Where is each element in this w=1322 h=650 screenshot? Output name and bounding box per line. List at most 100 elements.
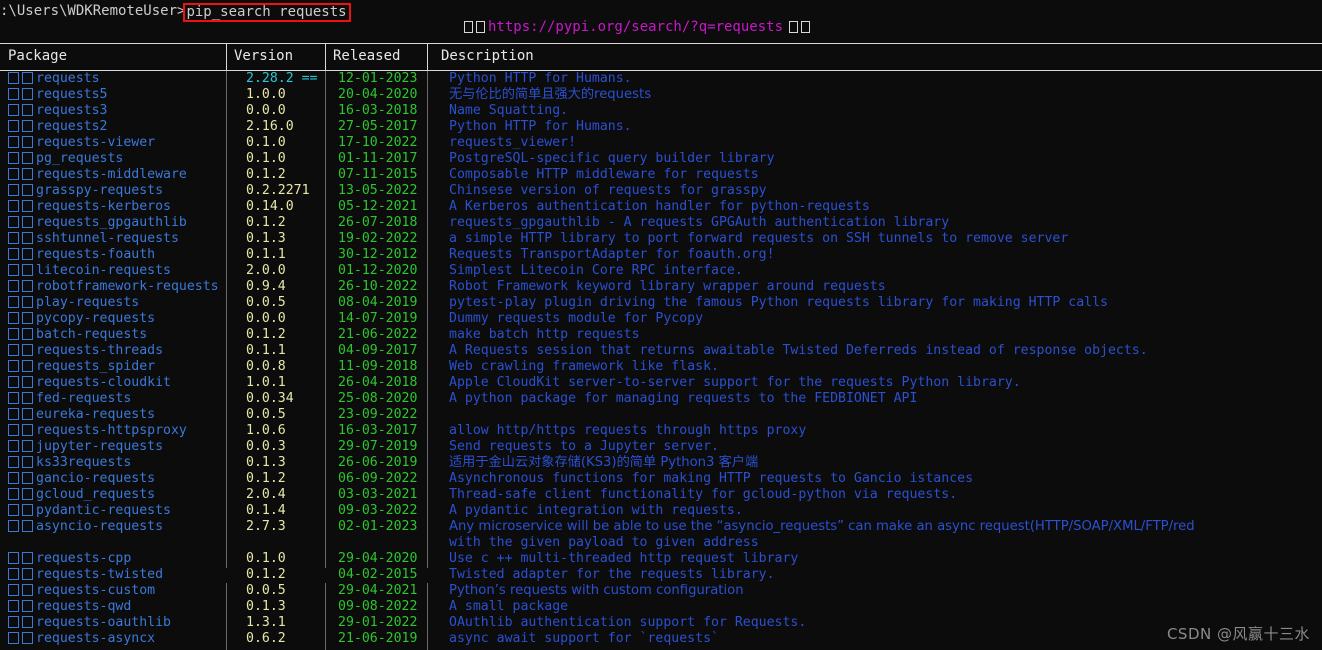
table-row[interactable]: requests-viewer 0.1.0 17-10-2022 requests_v… (0, 135, 1322, 151)
missing-glyph-box-icon (22, 232, 33, 244)
cell-package[interactable]: requests-oauthlib (8, 615, 171, 631)
cell-package[interactable]: grasspy-requests (8, 183, 163, 199)
command-text[interactable]: pip_search requests (186, 4, 346, 20)
table-row[interactable]: requests-cloudkit 1.0.1 26-04-2018 Apple Cl… (0, 375, 1322, 391)
missing-glyph-box-icon (22, 488, 33, 500)
cell-package[interactable]: requests-asyncx (8, 631, 155, 647)
cell-package[interactable]: requests-qwd (8, 599, 131, 615)
cell-description: A Requests session that returns awaitabl… (449, 343, 1148, 358)
table-row[interactable]: robotframework-requests 0.9.4 26-10-2022 Ro… (0, 279, 1322, 295)
cell-description: a simple HTTP library to port forward re… (449, 231, 1069, 246)
cell-package[interactable]: pg_requests (8, 151, 123, 167)
table-row[interactable]: batch-requests 0.1.2 21-06-2022 make batch … (0, 327, 1322, 343)
table-row[interactable]: gancio-requests 0.1.2 06-09-2022 Asynchrono… (0, 471, 1322, 487)
search-results-table: Package Version Released Description req… (0, 43, 1322, 650)
table-row[interactable]: grasspy-requests 0.2.2271 13-05-2022 Chinse… (0, 183, 1322, 199)
cell-package[interactable]: asyncio-requests (8, 519, 163, 535)
cell-package[interactable]: requests-viewer (8, 135, 155, 151)
cell-version: 2.28.2 == (246, 71, 318, 86)
cell-released: 29-04-2021 (338, 583, 418, 598)
cell-package[interactable]: robotframework-requests (8, 279, 219, 295)
cell-version: 2.0.4 (246, 487, 286, 502)
package-name: pydantic-requests (36, 503, 171, 518)
table-row[interactable]: jupyter-requests 0.0.3 29-07-2019 Send requ… (0, 439, 1322, 455)
table-row[interactable]: requests-oauthlib 1.3.1 29-01-2022 OAuthlib… (0, 615, 1322, 631)
table-row[interactable]: pydantic-requests 0.1.4 09-03-2022 A pydant… (0, 503, 1322, 519)
table-row[interactable]: requests-asyncx 0.6.2 21-06-2019 async awai… (0, 631, 1322, 647)
cell-package[interactable]: ks33requests (8, 455, 131, 471)
table-row[interactable]: asyncio-requests 2.7.3 02-01-2023 Any micro… (0, 519, 1322, 535)
cell-version: 0.0.0 (246, 103, 286, 118)
table-row[interactable]: eureka-requests 0.0.5 23-09-2022 (0, 407, 1322, 423)
cell-package[interactable]: requests-custom (8, 583, 155, 599)
table-row[interactable]: with the given payload to given address (0, 535, 1322, 551)
missing-glyph-box-icon (22, 392, 33, 404)
table-row[interactable]: requests-qwd 0.1.3 09-08-2022 A small packa… (0, 599, 1322, 615)
table-row[interactable]: requests-cpp 0.1.0 29-04-2020 Use c ++ mult… (0, 551, 1322, 567)
csdn-watermark: CSDN @风赢十三水 (1166, 625, 1310, 643)
cell-package[interactable]: requests-threads (8, 343, 163, 359)
cell-package[interactable]: play-requests (8, 295, 139, 311)
package-name: requests-viewer (36, 135, 156, 150)
cell-version: 0.9.4 (246, 279, 286, 294)
cell-package[interactable]: requests-kerberos (8, 199, 171, 215)
cell-package[interactable]: jupyter-requests (8, 439, 163, 455)
table-row[interactable]: gcloud_requests 2.0.4 03-03-2021 Thread-saf… (0, 487, 1322, 503)
table-row[interactable]: requests5 1.0.0 20-04-2020 无与伦比的简单且强大的reque… (0, 87, 1322, 103)
cell-package[interactable]: requests_gpgauthlib (8, 215, 187, 231)
cell-package[interactable]: requests-httpsproxy (8, 423, 187, 439)
missing-glyph-box-icon (8, 104, 19, 116)
table-body: requests 2.28.2 == 12-01-2023 Python HTTP f… (0, 71, 1322, 650)
cell-package[interactable]: pydantic-requests (8, 503, 171, 519)
cell-package[interactable]: pycopy-requests (8, 311, 155, 327)
cell-package[interactable]: requests5 (8, 87, 107, 103)
cell-released: 16-03-2018 (338, 103, 418, 118)
table-row[interactable]: litecoin-requests 2.0.0 01-12-2020 Simplest… (0, 263, 1322, 279)
cell-package[interactable]: eureka-requests (8, 407, 155, 423)
cell-package[interactable]: requests-middleware (8, 167, 187, 183)
table-row[interactable]: ks33requests 0.1.3 26-06-2019 适用于金山云对象存储(KS… (0, 455, 1322, 471)
table-row[interactable]: requests-httpsproxy 1.0.6 16-03-2017 allow … (0, 423, 1322, 439)
table-row[interactable]: fed-requests 0.0.34 25-08-2020 A python pac… (0, 391, 1322, 407)
missing-glyph-box-icon (789, 21, 799, 33)
cell-package[interactable]: batch-requests (8, 327, 147, 343)
table-row[interactable]: sshtunnel-requests 0.1.3 19-02-2022 a simpl… (0, 231, 1322, 247)
table-row[interactable]: requests3 0.0.0 16-03-2018 Name Squatting. (0, 103, 1322, 119)
table-row[interactable]: requests2 2.16.0 27-05-2017 Python HTTP for… (0, 119, 1322, 135)
cell-package[interactable]: requests-foauth (8, 247, 155, 263)
prompt-path: :\Users\WDKRemoteUser> (0, 3, 186, 19)
pypi-search-url[interactable]: https://pypi.org/search/?q=requests (488, 19, 783, 35)
table-row[interactable]: play-requests 0.0.5 08-04-2019 pytest-play … (0, 295, 1322, 311)
cell-package[interactable]: requests2 (8, 119, 107, 135)
column-header-released: Released (333, 48, 401, 64)
cell-package[interactable]: fed-requests (8, 391, 131, 407)
cell-description: Simplest Litecoin Core RPC interface. (449, 263, 743, 278)
cell-version: 0.14.0 (246, 199, 294, 214)
table-row[interactable]: pycopy-requests 0.0.0 14-07-2019 Dummy requ… (0, 311, 1322, 327)
cell-package[interactable]: sshtunnel-requests (8, 231, 179, 247)
cell-package[interactable]: litecoin-requests (8, 263, 171, 279)
cell-package[interactable]: gancio-requests (8, 471, 155, 487)
table-row[interactable]: pg_requests 0.1.0 01-11-2017 PostgreSQL-spe… (0, 151, 1322, 167)
table-row[interactable]: requests_spider 0.0.8 11-09-2018 Web crawli… (0, 359, 1322, 375)
cell-version: 0.0.5 (246, 295, 286, 310)
cell-released: 17-10-2022 (338, 135, 418, 150)
cell-package[interactable]: requests-twisted (8, 567, 163, 583)
table-row[interactable]: requests-kerberos 0.14.0 05-12-2021 A Kerbe… (0, 199, 1322, 215)
cell-released: 16-03-2017 (338, 423, 418, 438)
table-row[interactable]: requests-middleware 0.1.2 07-11-2015 Compos… (0, 167, 1322, 183)
table-row[interactable]: requests-threads 0.1.1 04-09-2017 A Request… (0, 343, 1322, 359)
missing-glyph-box-icon (22, 376, 33, 388)
table-row[interactable]: requests-custom 0.0.5 29-04-2021 Python’s r… (0, 583, 1322, 599)
table-row[interactable]: requests_gpgauthlib 0.1.2 26-07-2018 reques… (0, 215, 1322, 231)
cell-package[interactable]: requests-cpp (8, 551, 131, 567)
cell-released: 29-04-2020 (338, 551, 418, 566)
table-row[interactable]: requests 2.28.2 == 12-01-2023 Python HTTP f… (0, 71, 1322, 87)
table-row[interactable]: requests-foauth 0.1.1 30-12-2012 Requests T… (0, 247, 1322, 263)
cell-package[interactable]: requests (8, 71, 100, 87)
table-row[interactable]: requests-twisted 0.1.2 04-02-2015 Twisted a… (0, 567, 1322, 583)
cell-package[interactable]: gcloud_requests (8, 487, 155, 503)
cell-package[interactable]: requests_spider (8, 359, 155, 375)
cell-package[interactable]: requests-cloudkit (8, 375, 171, 391)
cell-package[interactable]: requests3 (8, 103, 107, 119)
